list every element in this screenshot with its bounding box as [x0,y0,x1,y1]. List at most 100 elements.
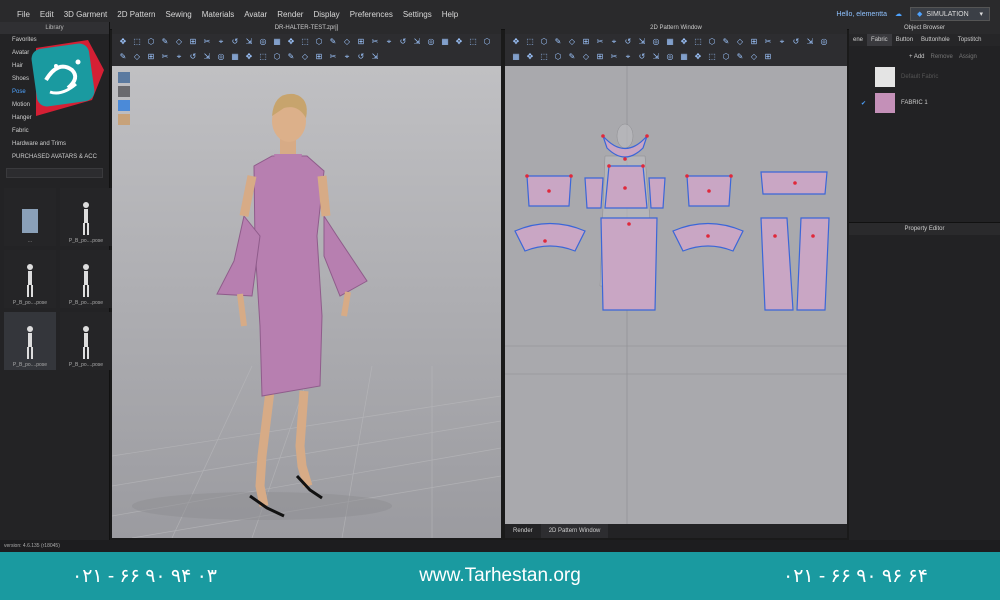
cloud-icon[interactable]: ☁ [895,10,902,18]
3d-tool-icon[interactable]: ▦ [272,37,282,47]
2d-tool-icon[interactable]: ◎ [819,37,829,47]
menu-avatar[interactable]: Avatar [239,10,272,19]
menu-2d-pattern[interactable]: 2D Pattern [112,10,160,19]
tab-topstitch[interactable]: Topstitch [954,34,986,46]
3d-tool-icon[interactable]: ◇ [174,37,184,47]
user-greeting[interactable]: Hello, elementta [836,11,887,18]
2d-tool-icon[interactable]: ✎ [721,37,731,47]
3d-tool-icon[interactable]: ⇲ [370,52,380,62]
menu-materials[interactable]: Materials [197,10,239,19]
3d-tool-icon[interactable]: ↺ [356,52,366,62]
3d-tool-icon[interactable]: ⌖ [216,37,226,47]
3d-viewport[interactable] [112,66,501,538]
library-thumbnail[interactable]: P_B_po....pose [4,312,56,370]
2d-tool-icon[interactable]: ◇ [581,52,591,62]
fabric-item[interactable]: ✔ FABRIC 1 [849,90,1000,116]
menu-settings[interactable]: Settings [398,10,437,19]
2d-tool-icon[interactable]: ⬡ [539,37,549,47]
3d-tool-icon[interactable]: ⊞ [356,37,366,47]
3d-tool-icon[interactable]: ⊞ [314,52,324,62]
menu-file[interactable]: File [12,10,35,19]
2d-tool-icon[interactable]: ✎ [735,52,745,62]
2d-tool-icon[interactable]: ✥ [679,37,689,47]
library-thumbnail[interactable]: P_B_po....pose [60,250,112,308]
3d-tool-icon[interactable]: ✂ [202,37,212,47]
2d-tool-icon[interactable]: ✂ [595,37,605,47]
fabric-item[interactable]: Default Fabric [849,64,1000,90]
3d-tool-icon[interactable]: ⬚ [132,37,142,47]
simulation-mode-button[interactable]: ◆ SIMULATION ▾ [910,7,990,21]
3d-tool-icon[interactable]: ✂ [328,52,338,62]
tab-fabric[interactable]: Fabric [867,34,892,46]
2d-tool-icon[interactable]: ⌖ [777,37,787,47]
add-button[interactable]: + Add [909,54,925,60]
3d-tool-icon[interactable]: ◎ [258,37,268,47]
menu-render[interactable]: Render [272,10,308,19]
library-thumbnail[interactable]: P_B_po....pose [4,250,56,308]
3d-tool-icon[interactable]: ⌖ [174,52,184,62]
eye-icon[interactable] [118,86,130,97]
2d-tool-icon[interactable]: ✎ [553,37,563,47]
camera-icon[interactable] [118,72,130,83]
3d-tool-icon[interactable]: ✎ [118,52,128,62]
2d-tool-icon[interactable]: ⬚ [525,37,535,47]
3d-tool-icon[interactable]: ✥ [286,37,296,47]
2d-tool-icon[interactable]: ⬚ [707,52,717,62]
library-item-purchased-avatars-acc[interactable]: PURCHASED AVATARS & ACC [0,151,109,164]
assign-button[interactable]: Assign [959,54,977,60]
menu-sewing[interactable]: Sewing [161,10,197,19]
3d-tool-icon[interactable]: ▦ [230,52,240,62]
2d-tool-icon[interactable]: ◇ [735,37,745,47]
remove-button[interactable]: Remove [931,54,953,60]
2d-tool-icon[interactable]: ◎ [651,37,661,47]
2d-tool-icon[interactable]: ⬚ [693,37,703,47]
3d-tool-icon[interactable]: ⬚ [258,52,268,62]
3d-tool-icon[interactable]: ⬚ [300,37,310,47]
menu-edit[interactable]: Edit [35,10,59,19]
2d-tool-icon[interactable]: ◎ [665,52,675,62]
3d-tool-icon[interactable]: ◇ [132,52,142,62]
3d-tool-icon[interactable]: ⇲ [244,37,254,47]
2d-tool-icon[interactable]: ⬡ [707,37,717,47]
menu-display[interactable]: Display [308,10,344,19]
2d-tool-icon[interactable]: ✥ [693,52,703,62]
library-item-fabric[interactable]: Fabric [0,125,109,138]
3d-tool-icon[interactable]: ⬡ [482,37,492,47]
2d-tool-icon[interactable]: ⬚ [539,52,549,62]
2d-tool-icon[interactable]: ↺ [623,37,633,47]
tab-buttonhole[interactable]: Buttonhole [917,34,954,46]
3d-tool-icon[interactable]: ✂ [370,37,380,47]
2d-tool-icon[interactable]: ⬡ [721,52,731,62]
2d-tool-icon[interactable]: ▦ [511,52,521,62]
menu-3d-garment[interactable]: 3D Garment [59,10,113,19]
3d-tool-icon[interactable]: ↺ [188,52,198,62]
2d-tool-icon[interactable]: ↺ [791,37,801,47]
3d-tool-icon[interactable]: ✂ [160,52,170,62]
3d-tool-icon[interactable]: ✥ [454,37,464,47]
2d-tool-icon[interactable]: ✎ [567,52,577,62]
skin-icon[interactable] [118,114,130,125]
3d-tool-icon[interactable]: ✥ [118,37,128,47]
tab-2d-pattern-window[interactable]: 2D Pattern Window [540,524,609,538]
3d-tool-icon[interactable]: ◇ [342,37,352,47]
library-thumbnail[interactable]: ... [4,188,56,246]
3d-tool-icon[interactable]: ◎ [216,52,226,62]
2d-tool-icon[interactable]: ✥ [511,37,521,47]
3d-tool-icon[interactable]: ◎ [426,37,436,47]
2d-tool-icon[interactable]: ⇲ [651,52,661,62]
2d-tool-icon[interactable]: ⌖ [623,52,633,62]
3d-tool-icon[interactable]: ⇲ [202,52,212,62]
3d-tool-icon[interactable]: ▦ [440,37,450,47]
2d-tool-icon[interactable]: ⊞ [595,52,605,62]
2d-tool-icon[interactable]: ⊞ [581,37,591,47]
2d-tool-icon[interactable]: ◇ [749,52,759,62]
3d-tool-icon[interactable]: ✎ [160,37,170,47]
2d-tool-icon[interactable]: ⇲ [637,37,647,47]
2d-tool-icon[interactable]: ◇ [567,37,577,47]
2d-pattern-viewport[interactable] [505,66,847,524]
2d-tool-icon[interactable]: ✂ [609,52,619,62]
3d-tool-icon[interactable]: ⬡ [272,52,282,62]
3d-tool-icon[interactable]: ↺ [398,37,408,47]
website-link[interactable]: www.Tarhestan.org [419,565,581,587]
menu-preferences[interactable]: Preferences [345,10,398,19]
